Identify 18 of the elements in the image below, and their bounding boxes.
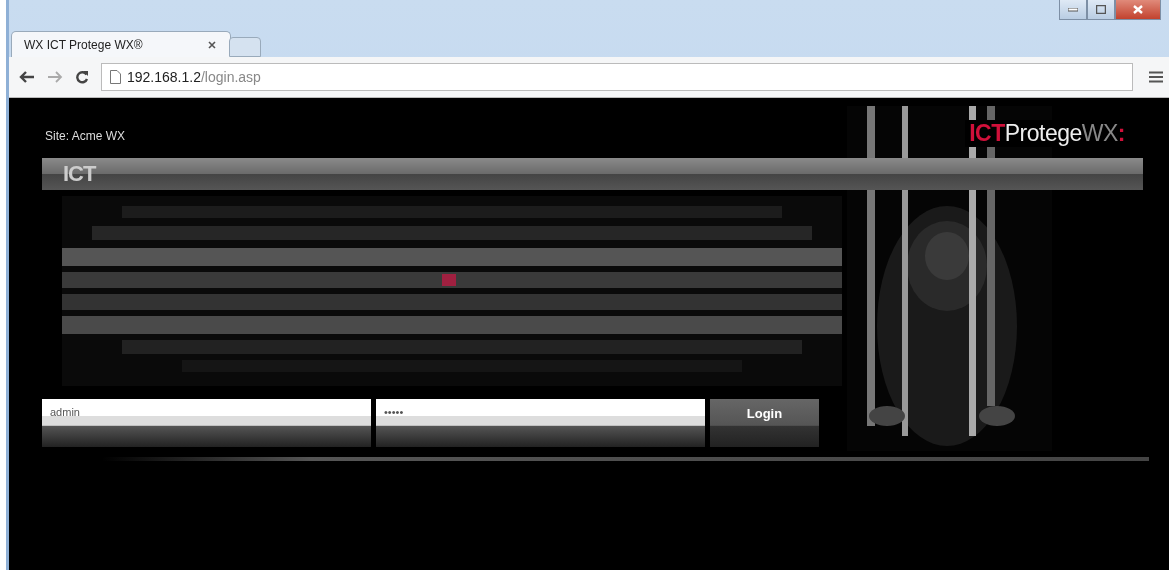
username-field[interactable]: admin [42, 399, 371, 447]
close-icon [1133, 5, 1143, 14]
maximize-button[interactable] [1087, 0, 1115, 20]
banner-logo: ICT [63, 161, 96, 187]
page-icon [110, 70, 121, 84]
password-field[interactable]: ••••• [376, 399, 705, 447]
site-label: Site: Acme WX [45, 129, 126, 143]
minimize-icon [1068, 7, 1078, 12]
close-button[interactable] [1115, 0, 1161, 20]
menu-icon[interactable] [1149, 71, 1163, 83]
maximize-icon [1096, 5, 1106, 14]
back-icon[interactable] [19, 71, 35, 83]
browser-tab[interactable]: WX ICT Protege WX® [11, 31, 231, 57]
reload-icon[interactable] [75, 70, 89, 84]
login-button[interactable]: Login [710, 399, 819, 447]
close-icon[interactable] [208, 40, 216, 49]
address-bar[interactable]: 192.168.1.2/login.asp [101, 63, 1133, 91]
minimize-button[interactable] [1059, 0, 1087, 20]
